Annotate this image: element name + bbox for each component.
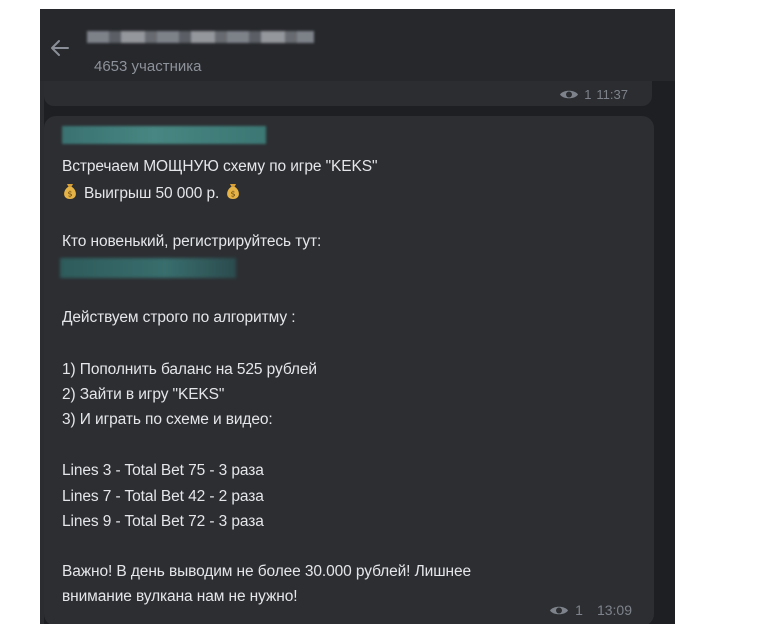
- prize-text: Выигрыш 50 000 р.: [84, 185, 220, 202]
- svg-text:$: $: [68, 190, 73, 199]
- eye-icon: [550, 606, 569, 614]
- member-count: 4653 участника: [94, 58, 202, 75]
- message-line: 3) И играть по схеме и видео:: [62, 411, 273, 428]
- money-bag-icon: $: [64, 184, 76, 199]
- message-bubble[interactable]: Встречаем МОЩНУЮ схему по игре "KEKS" $ …: [44, 116, 654, 624]
- telegram-chat-window: 4653 участника 1 11:37 Встречаем МОЩНУЮ …: [40, 9, 675, 624]
- message-line: Важно! В день выводим не более 30.000 ру…: [62, 563, 472, 580]
- chat-header: 4653 участника: [40, 9, 675, 81]
- message-views: 1: [575, 602, 583, 618]
- message-line: Действуем строго по алгоритму :: [62, 309, 296, 326]
- message-line: 2) Зайти в игру "KEKS": [62, 386, 225, 403]
- message-line: Lines 3 - Total Bet 75 - 3 раза: [62, 462, 264, 479]
- previous-message-views: 1: [584, 87, 592, 102]
- message-line: внимание вулкана нам не нужно!: [62, 588, 298, 605]
- previous-message-meta: 1 11:37: [559, 87, 628, 102]
- message-line-prize: $ Выигрыш 50 000 р. $: [62, 183, 241, 203]
- message-line: Кто новенький, регистрируйтесь тут:: [62, 233, 322, 250]
- message-line: 1) Пополнить баланс на 525 рублей: [62, 361, 317, 378]
- registration-link-redacted[interactable]: [60, 258, 236, 278]
- message-line: Lines 7 - Total Bet 42 - 2 раза: [62, 488, 264, 505]
- eye-icon: [560, 90, 579, 99]
- previous-message-time: 11:37: [596, 87, 628, 102]
- sender-name-redacted[interactable]: [62, 126, 266, 144]
- svg-text:$: $: [231, 190, 236, 199]
- message-line: Lines 9 - Total Bet 72 - 3 раза: [62, 513, 264, 530]
- arrow-left-icon[interactable]: [48, 36, 72, 60]
- message-line: Встречаем МОЩНУЮ схему по игре "KEKS": [62, 158, 378, 175]
- chat-title-redacted[interactable]: [87, 31, 314, 43]
- message-meta: 1 13:09: [549, 602, 632, 618]
- message-time: 13:09: [596, 602, 632, 618]
- money-bag-icon: $: [227, 184, 240, 199]
